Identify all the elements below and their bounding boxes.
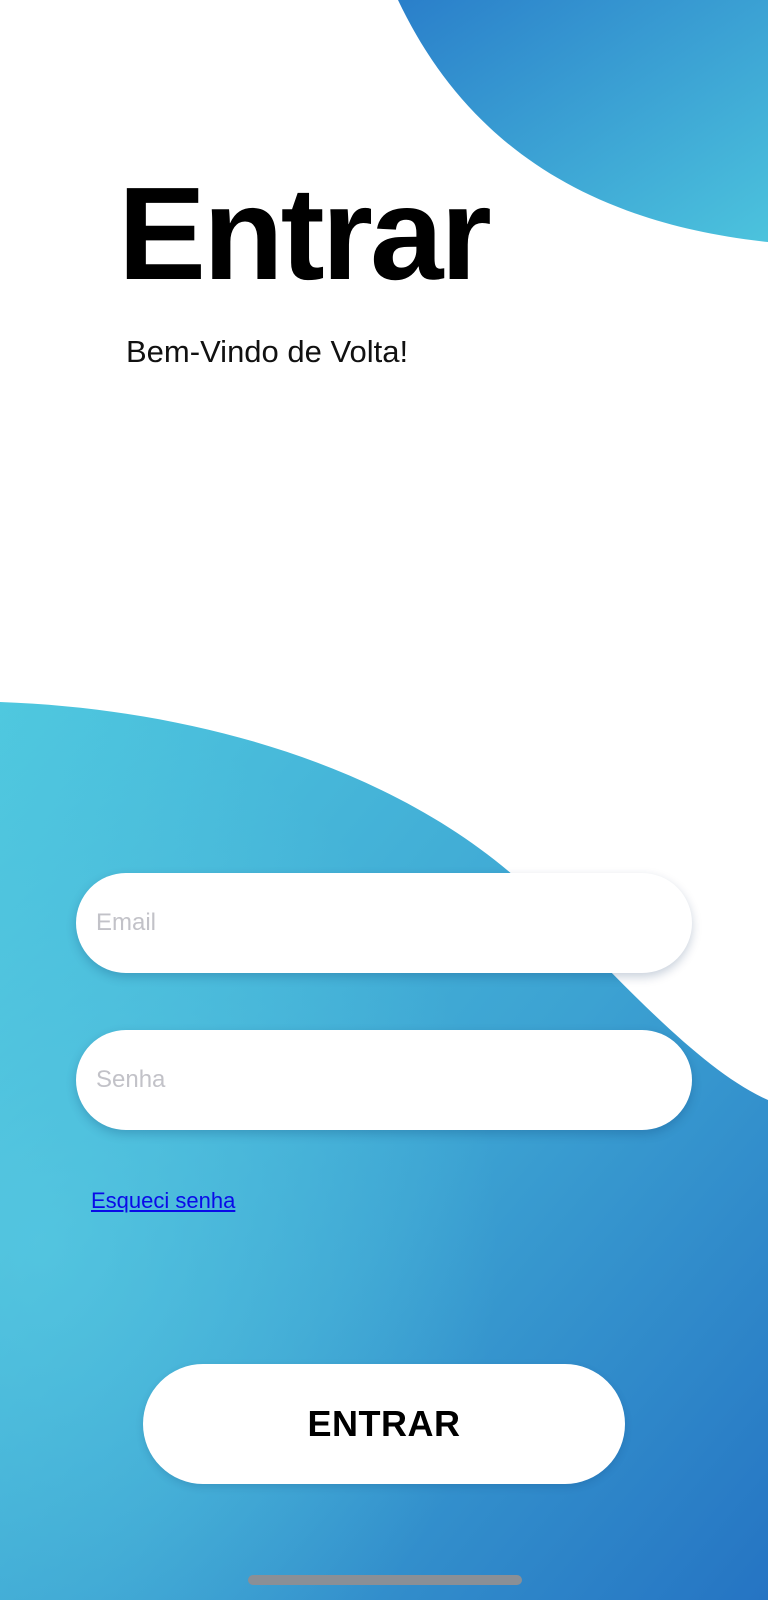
login-screen: Entrar Bem-Vindo de Volta! Esqueci senha… — [0, 0, 768, 1600]
password-input[interactable] — [76, 1030, 692, 1130]
forgot-password-link[interactable]: Esqueci senha — [91, 1188, 235, 1214]
page-title: Entrar — [118, 160, 492, 307]
email-input[interactable] — [76, 873, 692, 973]
welcome-subtitle: Bem-Vindo de Volta! — [126, 334, 409, 369]
login-button[interactable]: ENTRAR — [143, 1364, 625, 1484]
home-indicator[interactable] — [248, 1575, 522, 1585]
